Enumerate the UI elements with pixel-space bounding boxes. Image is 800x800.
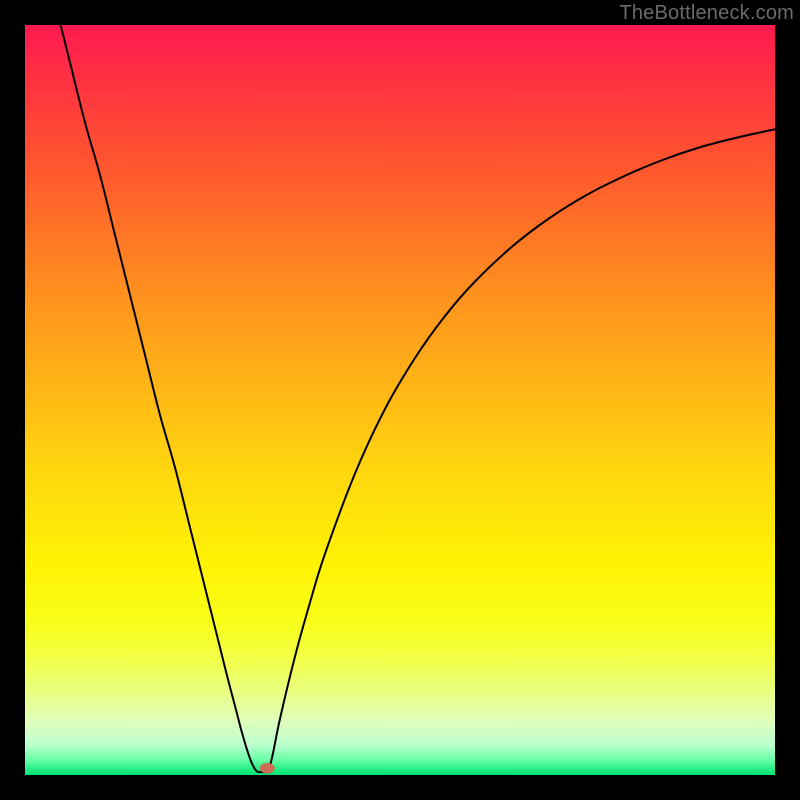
watermark-text: TheBottleneck.com [619, 2, 794, 25]
bottleneck-curve [55, 25, 775, 772]
curve-layer [25, 25, 775, 775]
minimum-marker-icon [260, 763, 275, 774]
outer-frame: TheBottleneck.com [0, 0, 800, 800]
plot-area [25, 25, 775, 775]
